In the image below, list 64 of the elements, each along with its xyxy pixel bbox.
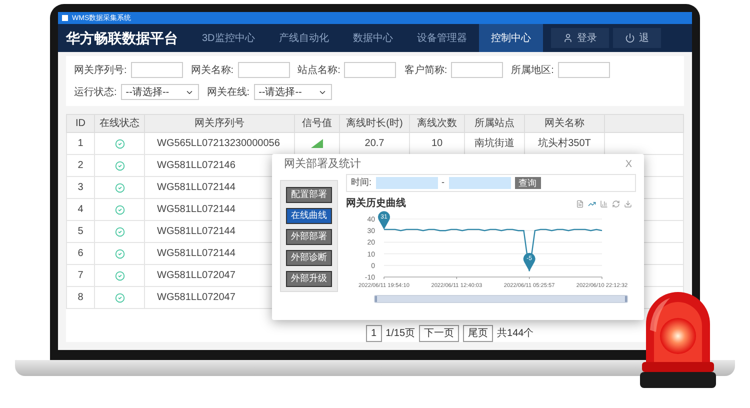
table-cell: 3 [66, 176, 94, 198]
zoom-range-slider[interactable] [375, 296, 627, 302]
download-icon[interactable] [624, 200, 632, 208]
column-header: 信号值 [294, 114, 340, 132]
column-header: 离线次数 [410, 114, 464, 132]
table-cell: 5 [66, 220, 94, 242]
user-icon [562, 33, 573, 43]
filter-label: 站点名称: [298, 64, 340, 78]
column-header: 网关序列号 [144, 114, 294, 132]
filter-select[interactable]: --请选择-- [254, 84, 332, 100]
table-cell: 8 [66, 286, 94, 308]
bar-chart-icon[interactable] [600, 200, 608, 208]
column-header: 离线时长(时) [340, 114, 410, 132]
menu-button[interactable]: 外部部署 [286, 229, 332, 245]
menu-button[interactable]: 外部诊断 [286, 250, 332, 266]
filter-input[interactable] [558, 62, 610, 78]
filter-label: 所属地区: [511, 64, 554, 78]
filter-input[interactable] [238, 62, 290, 78]
header-button[interactable]: 退 [612, 28, 661, 48]
header-button[interactable]: 登录 [550, 28, 609, 48]
table-cell: 6 [66, 242, 94, 264]
nav-tab[interactable]: 设备管理器 [404, 24, 479, 52]
menu-button[interactable]: 在线曲线 [286, 208, 332, 224]
time-label: 时间: [351, 176, 372, 190]
page-info: 1/15页 [386, 327, 416, 341]
filter-label: 运行状态: [74, 86, 117, 100]
chart-title: 网关历史曲线 [346, 196, 406, 211]
filter-label: 网关序列号: [74, 64, 127, 78]
next-page-button[interactable]: 下一页 [419, 325, 460, 342]
line-chart-icon[interactable] [588, 200, 596, 208]
power-icon [624, 33, 635, 43]
page-button[interactable]: 1 [366, 325, 382, 342]
brand-title: 华方畅联数据平台 [64, 28, 179, 48]
nav-tab[interactable]: 3D监控中心 [190, 24, 267, 52]
start-time-field[interactable] [376, 177, 438, 189]
data-view-icon[interactable] [576, 200, 584, 208]
query-button[interactable]: 查询 [514, 177, 541, 189]
filter-input[interactable] [344, 62, 396, 78]
filter-label: 客户简称: [404, 64, 448, 78]
menu-button[interactable]: 外部升级 [286, 271, 332, 287]
menu-button[interactable]: 配置部署 [286, 187, 332, 203]
signal-icon [311, 139, 323, 148]
refresh-icon[interactable] [612, 200, 620, 208]
end-time-field[interactable] [448, 177, 511, 189]
nav-tab[interactable]: 产线自动化 [266, 24, 341, 52]
filter-label: 网关名称: [190, 64, 234, 78]
filter-input[interactable] [451, 62, 504, 78]
column-header: 网关名称 [524, 114, 604, 132]
filter-input[interactable] [130, 62, 183, 78]
filter-select[interactable]: --请选择-- [120, 84, 199, 100]
column-header: 在线状态 [94, 114, 144, 132]
table-cell: 4 [66, 198, 94, 220]
nav-tab[interactable]: 控制中心 [478, 24, 543, 52]
app-icon [62, 15, 68, 21]
nav-tab[interactable]: 数据中心 [340, 24, 405, 52]
table-cell: 1 [66, 132, 94, 154]
table-cell: 7 [66, 264, 94, 286]
column-header: 所属站点 [464, 114, 524, 132]
last-page-button[interactable]: 尾页 [463, 325, 494, 342]
total-count: 共144个 [497, 326, 534, 341]
column-header: ID [66, 114, 94, 132]
table-cell: 2 [66, 154, 94, 176]
range-separator: - [442, 176, 445, 190]
filter-label: 网关在线: [206, 86, 250, 100]
